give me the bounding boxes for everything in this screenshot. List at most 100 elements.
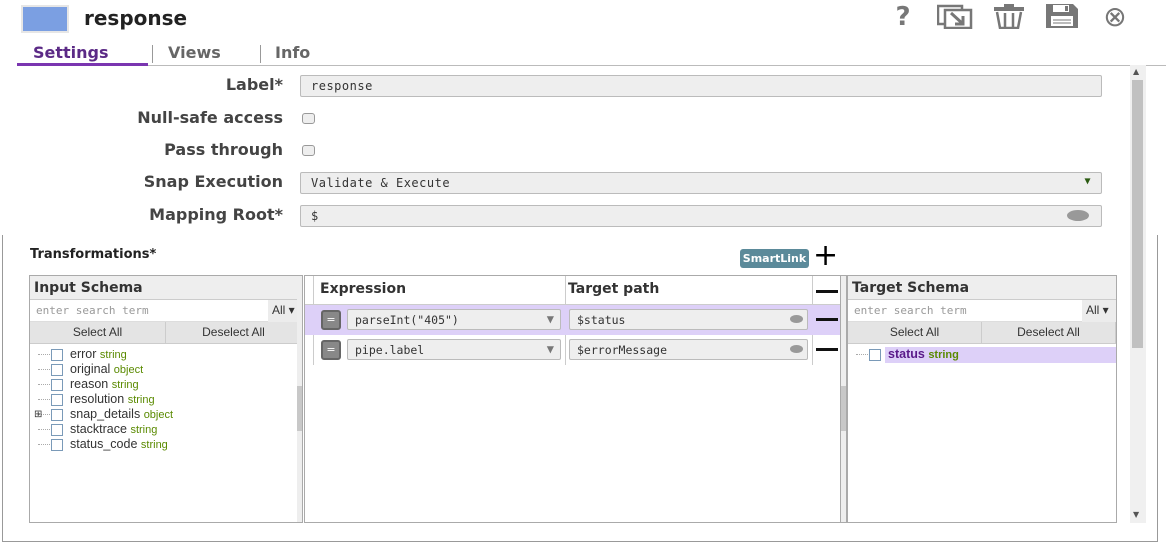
schema-item[interactable]: resolution string	[30, 392, 302, 407]
tab-divider	[260, 45, 261, 63]
tree-connector	[38, 354, 50, 355]
mapping-scrollbar[interactable]	[840, 276, 846, 522]
item-type: string	[140, 439, 168, 451]
comment-icon[interactable]	[790, 345, 803, 353]
input-schema-search[interactable]: enter search term All ▾	[30, 300, 302, 322]
schema-item[interactable]: status string	[848, 347, 1116, 363]
item-checkbox[interactable]	[51, 349, 63, 361]
comment-icon[interactable]	[790, 315, 803, 323]
pass-through-label: Pass through	[164, 140, 283, 159]
mapping-root-value: $	[311, 209, 319, 223]
item-name: original	[70, 362, 111, 376]
dropdown-arrow-icon: ▼	[1084, 176, 1091, 187]
scrollbar-thumb[interactable]	[1132, 80, 1143, 348]
null-safe-checkbox[interactable]	[302, 113, 315, 124]
scroll-down-arrow-icon[interactable]: ▼	[1133, 510, 1139, 519]
expression-value: pipe.label	[355, 343, 425, 357]
tree-connector	[38, 369, 50, 370]
expression-toggle-button[interactable]: =	[321, 340, 341, 360]
mapping-root-input[interactable]: $	[300, 205, 1102, 227]
input-schema-title: Input Schema	[30, 276, 302, 300]
snap-color-swatch	[21, 5, 69, 33]
pass-through-checkbox[interactable]	[302, 145, 315, 156]
target-schema-search[interactable]: enter search term All ▾	[848, 300, 1116, 322]
schema-item[interactable]: status_code string	[30, 437, 302, 452]
item-checkbox[interactable]	[51, 394, 63, 406]
target-schema-tree: status string	[848, 344, 1116, 363]
mapping-root-label: Mapping Root*	[149, 205, 283, 224]
schema-item[interactable]: error string	[30, 347, 302, 362]
snap-title: response	[84, 6, 188, 30]
target-path-input[interactable]: $status	[569, 309, 808, 330]
item-type: string	[928, 349, 959, 361]
item-name: reason	[70, 377, 109, 391]
item-checkbox[interactable]	[51, 439, 63, 451]
target-path-input[interactable]: $errorMessage	[569, 339, 808, 360]
schema-item[interactable]: stacktrace string	[30, 422, 302, 437]
transformations-title: Transformations*	[30, 247, 157, 262]
tab-views[interactable]: Views	[168, 43, 221, 62]
deselect-all-button[interactable]: Deselect All	[982, 322, 1116, 343]
tab-info[interactable]: Info	[275, 43, 310, 62]
mapping-row: = parseInt("405") ▼ $status	[305, 305, 840, 335]
smartlink-button[interactable]: SmartLink	[740, 249, 809, 268]
select-all-button[interactable]: Select All	[30, 322, 166, 343]
tab-settings[interactable]: Settings	[33, 43, 109, 62]
tree-connector	[856, 354, 868, 355]
snap-execution-select[interactable]: Validate & Execute ▼	[300, 172, 1102, 194]
item-type: string	[99, 349, 127, 361]
remove-row-button[interactable]	[816, 348, 838, 351]
trash-icon[interactable]	[992, 3, 1024, 31]
expression-value: parseInt("405")	[355, 313, 459, 327]
target-filter-dropdown[interactable]: All ▾	[1082, 300, 1116, 322]
export-icon[interactable]	[936, 3, 973, 31]
close-icon[interactable]: ⊗	[1100, 3, 1130, 31]
item-name: resolution	[70, 392, 125, 406]
target-path-header: Target path	[568, 281, 660, 297]
deselect-all-button[interactable]: Deselect All	[166, 322, 302, 343]
tree-connector	[38, 399, 50, 400]
help-icon[interactable]: ?	[888, 3, 918, 31]
filter-value: All	[1086, 303, 1100, 317]
item-type: object	[113, 364, 144, 376]
select-all-button[interactable]: Select All	[848, 322, 982, 343]
input-panel-scrollbar[interactable]	[297, 276, 302, 522]
tree-connector	[38, 444, 50, 445]
target-schema-title: Target Schema	[848, 276, 1116, 300]
comment-icon[interactable]	[1067, 210, 1089, 221]
dropdown-arrow-icon[interactable]: ▼	[547, 342, 554, 356]
add-mapping-button[interactable]: +	[813, 241, 838, 271]
item-checkbox[interactable]	[51, 409, 63, 421]
snap-execution-value: Validate & Execute	[311, 176, 451, 190]
dropdown-arrow-icon[interactable]: ▼	[547, 312, 554, 326]
item-name: snap_details	[70, 407, 141, 421]
schema-item[interactable]: ⊞ snap_details object	[30, 407, 302, 422]
item-checkbox[interactable]	[869, 349, 881, 361]
search-placeholder: enter search term	[36, 304, 149, 317]
item-checkbox[interactable]	[51, 424, 63, 436]
expand-icon[interactable]: ⊞	[34, 407, 42, 422]
tree-connector	[38, 429, 50, 430]
expression-input[interactable]: parseInt("405") ▼	[347, 309, 561, 330]
target-schema-panel: Target Schema enter search term All ▾ Sel…	[847, 275, 1117, 523]
target-path-value: $errorMessage	[577, 343, 668, 357]
item-type: string	[130, 424, 158, 436]
item-name: status_code	[70, 437, 138, 451]
expression-toggle-button[interactable]: =	[321, 310, 341, 330]
scroll-up-arrow-icon[interactable]: ▲	[1133, 67, 1139, 76]
input-schema-panel: Input Schema enter search term All ▾ Sele…	[29, 275, 303, 523]
mapping-row: = pipe.label ▼ $errorMessage	[305, 335, 840, 365]
expression-input[interactable]: pipe.label ▼	[347, 339, 561, 360]
label-input[interactable]: response	[300, 75, 1102, 97]
tab-bar: Settings Views Info	[17, 42, 1166, 66]
item-name: error	[70, 347, 97, 361]
item-checkbox[interactable]	[51, 364, 63, 376]
remove-row-button[interactable]	[816, 318, 838, 321]
null-safe-label: Null-safe access	[137, 108, 283, 127]
remove-all-button[interactable]	[816, 290, 838, 293]
save-icon[interactable]	[1045, 3, 1078, 31]
item-checkbox[interactable]	[51, 379, 63, 391]
schema-item[interactable]: reason string	[30, 377, 302, 392]
schema-item[interactable]: original object	[30, 362, 302, 377]
snap-execution-label: Snap Execution	[143, 172, 283, 191]
